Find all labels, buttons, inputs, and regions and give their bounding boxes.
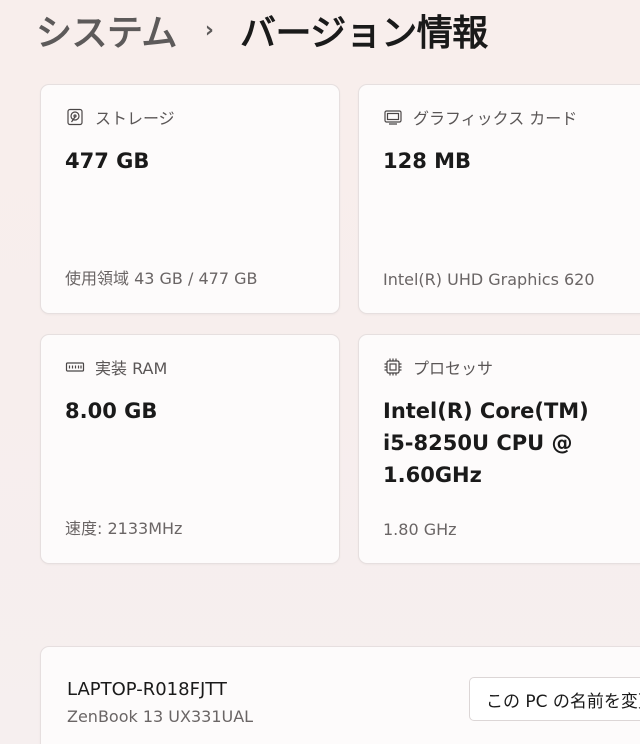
processor-value-line: Intel(R) Core(TM) (383, 399, 589, 423)
ram-value: 8.00 GB (65, 399, 158, 423)
graphics-label: グラフィックス カード (413, 109, 578, 128)
monitor-icon (383, 107, 403, 127)
device-model: ZenBook 13 UX331UAL (67, 707, 254, 726)
graphics-card[interactable]: グラフィックス カード 128 MB Intel(R) UHD Graphics… (358, 84, 640, 314)
breadcrumb-parent-system[interactable]: システム (36, 4, 177, 56)
processor-value-line: 1.60GHz (383, 463, 482, 487)
processor-card-header: プロセッサ (383, 355, 493, 379)
ram-label: 実装 RAM (95, 359, 168, 378)
memory-icon (65, 357, 85, 377)
ram-card-header: 実装 RAM (65, 355, 167, 379)
processor-detail: 1.80 GHz (383, 520, 457, 539)
processor-value: Intel(R) Core(TM) i5-8250U CPU @ 1.60GHz (383, 395, 589, 491)
graphics-value: 128 MB (383, 149, 472, 173)
hard-drive-icon (65, 107, 85, 127)
ram-card[interactable]: 実装 RAM 8.00 GB 速度: 2133MHz (40, 334, 340, 564)
processor-value-line: i5-8250U CPU @ (383, 431, 573, 455)
page-title: バージョン情報 (240, 13, 488, 54)
device-name-card: LAPTOP-R018FJTT ZenBook 13 UX331UAL この P… (40, 646, 640, 744)
rename-pc-button[interactable]: この PC の名前を変更 (469, 677, 640, 721)
ram-detail: 速度: 2133MHz (65, 519, 183, 538)
graphics-card-header: グラフィックス カード (383, 105, 577, 129)
storage-value: 477 GB (65, 149, 150, 173)
storage-card-header: ストレージ (65, 105, 175, 129)
breadcrumb: システム › バージョン情報 (36, 4, 488, 56)
storage-card[interactable]: ストレージ 477 GB 使用領域 43 GB / 477 GB (40, 84, 340, 314)
graphics-detail: Intel(R) UHD Graphics 620 (383, 270, 595, 289)
processor-label: プロセッサ (413, 359, 494, 378)
storage-label: ストレージ (95, 109, 175, 128)
processor-card[interactable]: プロセッサ Intel(R) Core(TM) i5-8250U CPU @ 1… (358, 334, 640, 564)
breadcrumb-separator: › (204, 17, 214, 43)
cpu-icon (383, 357, 403, 377)
device-name: LAPTOP-R018FJTT (67, 679, 227, 700)
storage-detail: 使用領域 43 GB / 477 GB (65, 269, 258, 288)
